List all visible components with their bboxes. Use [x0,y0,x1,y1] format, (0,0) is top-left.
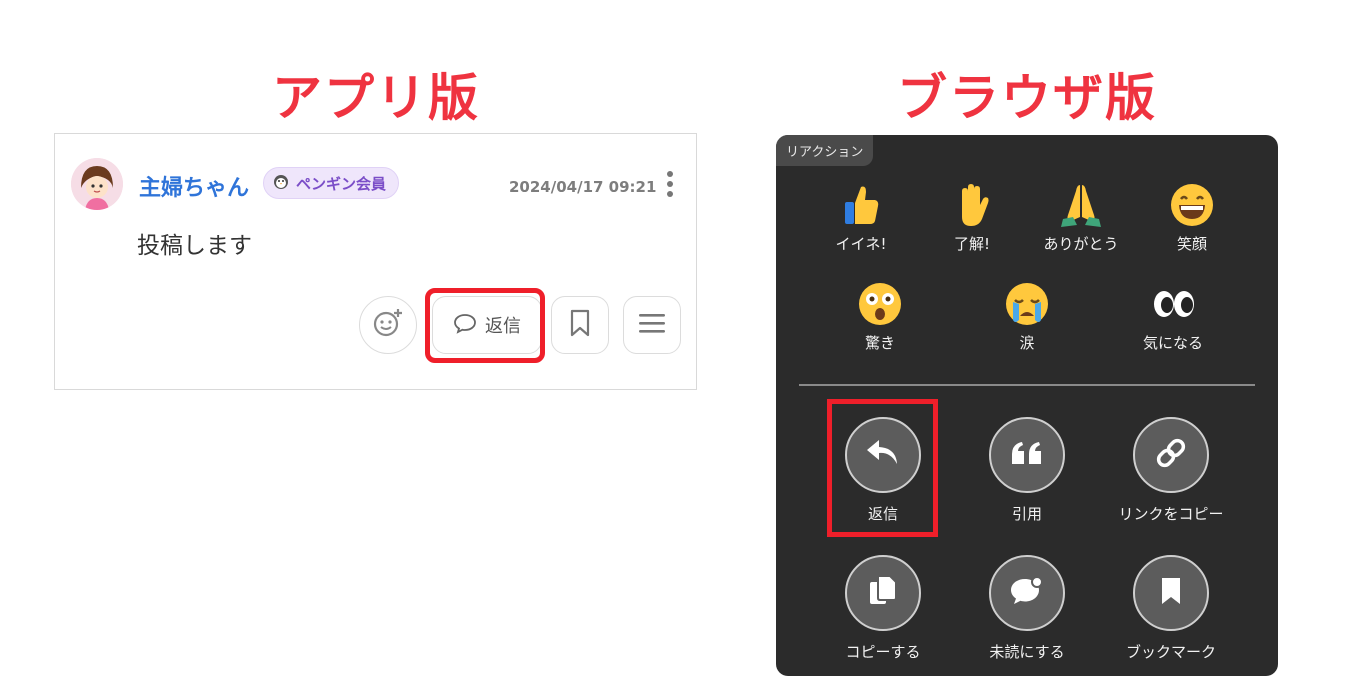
reaction-label: 気になる [1142,334,1203,352]
reaction-tears[interactable]: 涙 [972,280,1082,353]
reaction-label: ありがとう [1043,235,1119,253]
member-badge: ペンギン会員 [263,167,400,199]
reaction-label: 驚き [864,334,895,352]
copy-icon [868,574,898,612]
quote-icon [1010,440,1044,470]
app-post-card: 主婦ちゃん ペンギン会員 2024/04/17 09:21 投稿します 返信 [54,133,697,390]
panel-divider [799,384,1255,386]
tool-label: コピーする [845,643,921,661]
add-reaction-icon [371,306,405,344]
unread-bubble-icon [1009,575,1045,611]
reaction-label: 笑顔 [1176,235,1207,253]
reactions-tab-label: リアクション [776,135,874,166]
tool-quote[interactable]: 引用 [962,417,1092,524]
reaction-label: イイネ! [835,235,887,253]
app-version-heading: アプリ版 [272,69,480,127]
reaction-label: 涙 [1019,334,1035,352]
tool-copy-link[interactable]: リンクをコピー [1106,417,1236,524]
tool-mark-unread[interactable]: 未読にする [962,555,1092,662]
bookmark-icon [1159,576,1183,610]
grinning-face-icon [1168,181,1216,229]
penguin-icon [272,172,290,194]
tool-label: ブックマーク [1125,643,1216,661]
reply-highlight-box [827,399,938,537]
tool-bookmark[interactable]: ブックマーク [1106,555,1236,662]
reaction-label: 了解! [953,235,990,253]
bookmark-button[interactable] [551,296,609,354]
reaction-like[interactable]: イイネ! [806,181,916,254]
post-timestamp: 2024/04/17 09:21 [509,178,657,196]
username[interactable]: 主婦ちゃん [139,170,249,202]
reaction-surprise[interactable]: 驚き [825,280,935,353]
reply-highlight-box [425,288,545,363]
crying-face-icon [1003,280,1051,328]
raised-hand-icon [948,181,996,229]
menu-button[interactable] [623,296,681,354]
reaction-smile[interactable]: 笑顔 [1137,181,1247,254]
post-body: 投稿します [137,233,252,259]
folded-hands-icon [1057,181,1105,229]
add-reaction-button[interactable] [359,296,417,354]
badge-label: ペンギン会員 [296,174,387,193]
tool-label: リンクをコピー [1118,505,1224,523]
browser-version-heading: ブラウザ版 [897,69,1157,127]
link-icon [1154,436,1188,474]
reaction-curious[interactable]: 気になる [1118,280,1228,353]
reaction-ok[interactable]: 了解! [917,181,1027,254]
more-vertical-icon[interactable] [665,171,675,203]
reaction-thanks[interactable]: ありがとう [1026,181,1136,254]
menu-icon [639,312,665,338]
eyes-icon [1149,280,1197,328]
tool-label: 引用 [1011,505,1042,523]
bookmark-icon [569,309,591,341]
astonished-face-icon [856,280,904,328]
tool-label: 未読にする [989,643,1065,661]
thumbs-up-icon [837,181,885,229]
tool-copy[interactable]: コピーする [818,555,948,662]
avatar[interactable] [71,158,123,210]
